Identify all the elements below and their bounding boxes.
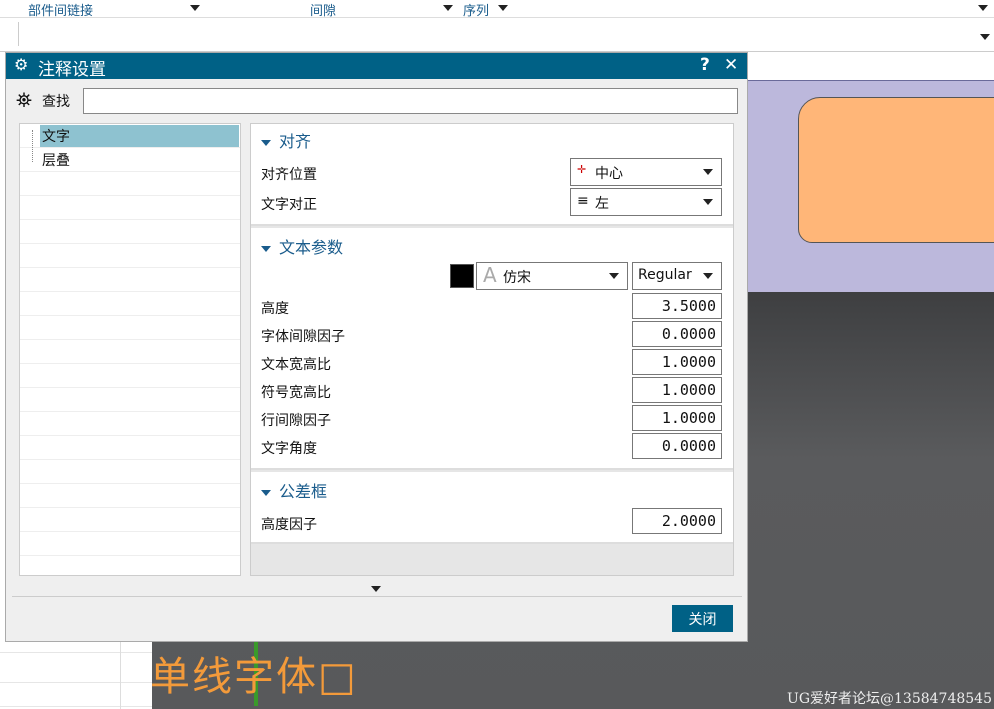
text-angle-input[interactable]: 0.0000 — [632, 433, 722, 459]
tree-item-text[interactable]: 文字 — [20, 124, 240, 148]
align-position-label: 对齐位置 — [261, 167, 317, 183]
model-face[interactable] — [798, 97, 994, 243]
text-params-section: 文本参数 A 仿宋 Regular 高度 3.5000 字体间隙因子 0.0000… — [251, 228, 733, 470]
dialog-titlebar[interactable]: ⚙ 注释设置 ? ✕ — [6, 53, 747, 80]
dialog-title: 注释设置 — [38, 60, 106, 80]
char-spacing-input[interactable]: 0.0000 — [632, 321, 722, 347]
expand-more-icon[interactable] — [371, 586, 381, 592]
line-spacing-label: 行间隙因子 — [261, 413, 331, 429]
height-factor-label: 高度因子 — [261, 517, 317, 533]
center-anchor-icon: ✛ — [577, 163, 587, 176]
tree-item-label: 层叠 — [42, 153, 70, 169]
divider — [18, 22, 19, 46]
align-left-icon: ≡ — [577, 193, 589, 209]
sequence-dropdown[interactable]: 序列 — [463, 0, 489, 19]
align-section-header[interactable]: 对齐 — [261, 128, 311, 152]
chevron-down-icon[interactable] — [498, 5, 508, 11]
height-label: 高度 — [261, 301, 289, 317]
justify-dropdown[interactable]: ≡ 左 — [570, 188, 722, 216]
text-params-header[interactable]: 文本参数 — [261, 234, 343, 258]
annotation-settings-dialog: ⚙ 注释设置 ? ✕ ⛯ 查找 文字 层叠 对齐 对齐位置 ✛ 中心 文字对正 ≡… — [5, 52, 748, 642]
height-input[interactable]: 3.5000 — [632, 293, 722, 319]
clearance-dropdown[interactable]: 间隙 — [310, 0, 336, 19]
text-angle-label: 文字角度 — [261, 441, 317, 457]
tree-item-stack[interactable]: 层叠 — [20, 148, 240, 172]
line-spacing-input[interactable]: 1.0000 — [632, 405, 722, 431]
divider — [12, 596, 742, 597]
help-button[interactable]: ? — [700, 55, 710, 75]
symbol-aspect-label: 符号宽高比 — [261, 385, 331, 401]
close-icon[interactable]: ✕ — [724, 55, 738, 75]
font-style-dropdown[interactable]: Regular — [632, 262, 722, 290]
command-toolbar — [0, 18, 994, 52]
top-toolbar: 部件间链接 间隙 序列 — [0, 0, 994, 19]
text-aspect-label: 文本宽高比 — [261, 357, 331, 373]
text-aspect-input[interactable]: 1.0000 — [632, 349, 722, 375]
settings-panel: 对齐 对齐位置 ✛ 中心 文字对正 ≡ 左 文本参数 A 仿宋 Regular 高度 … — [250, 123, 734, 576]
font-dropdown[interactable]: A 仿宋 — [476, 262, 628, 290]
chevron-down-icon[interactable] — [980, 34, 990, 40]
part-link-dropdown[interactable]: 部件间链接 — [28, 0, 93, 19]
height-factor-input[interactable]: 2.0000 — [632, 508, 722, 534]
search-label: 查找 — [42, 94, 70, 110]
watermark: UG爱好者论坛@13584748545 — [787, 691, 992, 707]
align-section: 对齐 对齐位置 ✛ 中心 文字对正 ≡ 左 — [251, 124, 733, 226]
char-spacing-label: 字体间隙因子 — [261, 329, 345, 345]
tolerance-frame-header[interactable]: 公差框 — [261, 478, 327, 502]
align-position-dropdown[interactable]: ✛ 中心 — [570, 158, 722, 186]
color-swatch[interactable] — [450, 264, 474, 288]
justify-label: 文字对正 — [261, 197, 317, 213]
font-icon: A — [483, 263, 497, 287]
symbol-aspect-input[interactable]: 1.0000 — [632, 377, 722, 403]
chevron-down-icon[interactable] — [190, 5, 200, 11]
viewport-tabbar — [748, 52, 994, 80]
chevron-down-icon[interactable] — [978, 5, 988, 11]
tolerance-frame-section: 公差框 高度因子 2.0000 — [251, 472, 733, 544]
close-button[interactable]: 关闭 — [672, 605, 733, 632]
gear-icon: ⚙ — [14, 55, 29, 74]
binoculars-icon: ⛯ — [16, 88, 32, 112]
annotation-text[interactable]: 单线字体□ — [150, 644, 358, 702]
tree-item-label: 文字 — [42, 129, 70, 145]
settings-tree: 文字 层叠 — [19, 123, 241, 576]
chevron-down-icon[interactable] — [443, 5, 453, 11]
search-input[interactable] — [83, 88, 738, 114]
